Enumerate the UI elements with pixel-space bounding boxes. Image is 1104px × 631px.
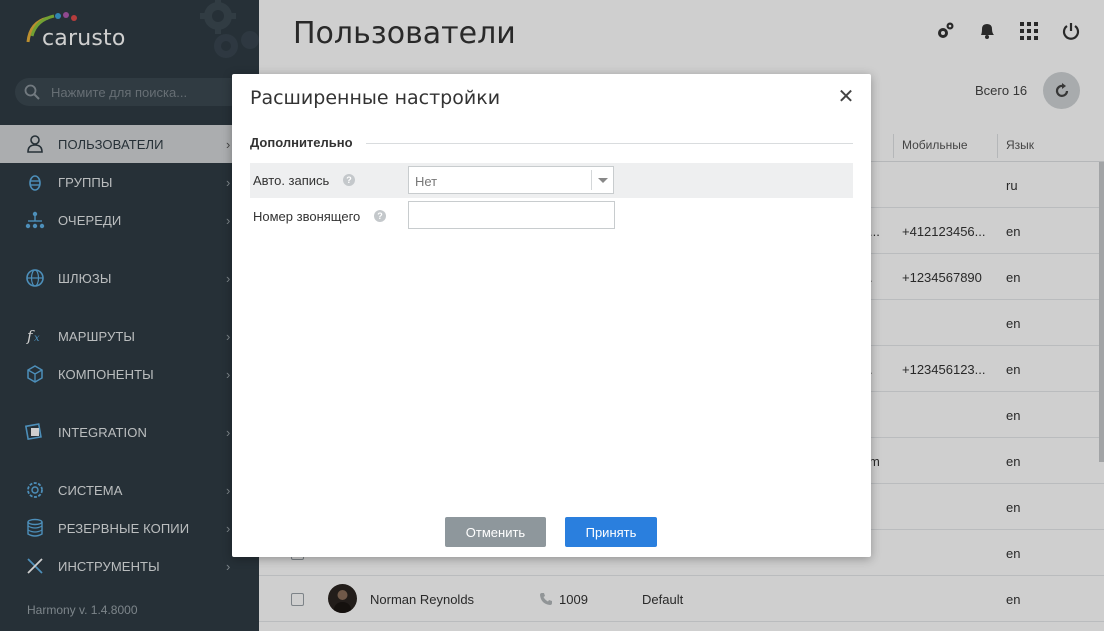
auto-record-label: Авто. запись [253, 173, 330, 188]
chevron-down-icon [598, 178, 608, 183]
caller-id-row: Номер звонящего ? [250, 199, 853, 234]
cancel-button[interactable]: Отменить [445, 517, 546, 547]
advanced-settings-dialog: Расширенные настройки ✕ Дополнительно Ав… [232, 74, 871, 557]
section-divider [366, 143, 853, 144]
help-icon[interactable]: ? [343, 174, 355, 186]
dialog-title: Расширенные настройки [250, 87, 501, 109]
close-icon[interactable]: ✕ [836, 86, 856, 108]
help-icon[interactable]: ? [374, 210, 386, 222]
auto-record-value: Нет [415, 174, 438, 189]
caller-id-field[interactable] [408, 201, 615, 229]
accept-button[interactable]: Принять [565, 517, 657, 547]
auto-record-select[interactable]: Нет [408, 166, 614, 194]
auto-record-row: Авто. запись ? Нет [250, 163, 853, 198]
select-divider [591, 170, 592, 190]
caller-id-label: Номер звонящего [253, 209, 361, 224]
section-title: Дополнительно [250, 135, 353, 150]
